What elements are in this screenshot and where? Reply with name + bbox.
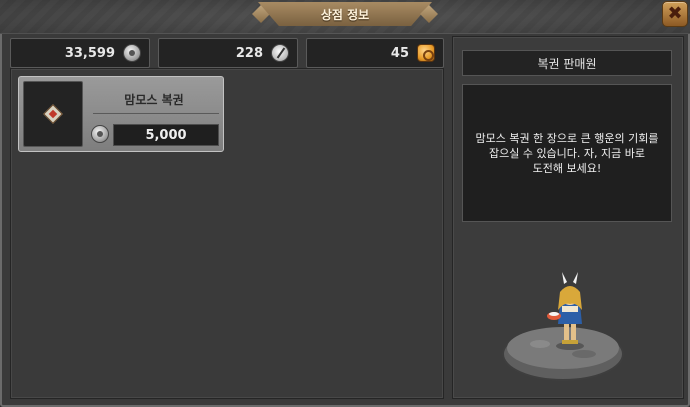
lottery-ticket-icon: [43, 104, 63, 124]
character-boot-right: [570, 340, 578, 344]
compass-token-icon: [271, 44, 289, 62]
currency-compass: 228: [158, 38, 298, 68]
window-title: 상점 정보: [320, 7, 370, 22]
character-boot-left: [562, 340, 570, 344]
item-icon-slot: [23, 81, 83, 147]
currency-silver-value: 33,599: [64, 45, 115, 61]
currency-gold-value: 45: [390, 45, 409, 61]
item-name-divider: [93, 113, 219, 114]
silver-gear-coin-icon: [123, 44, 141, 62]
vendor-npc-illustration: [500, 270, 626, 382]
currency-gold: 45: [306, 38, 444, 68]
character-collar: [562, 306, 578, 312]
window-title-tab: 상점 정보: [258, 2, 432, 26]
vendor-title: 복권 판매원: [462, 50, 672, 76]
basket-contents: [549, 312, 559, 316]
item-price: 5,000: [113, 124, 219, 146]
character-leg-right: [571, 322, 576, 342]
character-ear-left: [562, 272, 567, 284]
stone-shadow: [572, 350, 596, 358]
stone-highlight: [530, 340, 550, 348]
character-leg-left: [564, 322, 569, 342]
vendor-description-line: 잡으실 수 있습니다. 자, 지금 바로: [488, 146, 646, 160]
vendor-description: 맘모스 복권 한 장으로 큰 행운의 기회를 잡으실 수 있습니다. 자, 지금…: [462, 84, 672, 222]
vendor-description-line: 맘모스 복권 한 장으로 큰 행운의 기회를: [475, 131, 659, 145]
vendor-npc-svg: [502, 272, 624, 381]
silver-gear-coin-icon: [91, 125, 109, 143]
close-icon: ✖: [667, 3, 683, 24]
character-ear-right: [573, 272, 578, 284]
gold-coin-bag-icon: [417, 44, 435, 62]
vendor-description-line: 도전해 보세요!: [532, 161, 602, 175]
currency-compass-value: 228: [235, 45, 263, 61]
shop-item-card[interactable]: 맘모스 복권 5,000: [18, 76, 224, 152]
item-name: 맘모스 복권: [124, 93, 184, 107]
close-button[interactable]: ✖: [662, 1, 688, 27]
currency-silver: 33,599: [10, 38, 150, 68]
